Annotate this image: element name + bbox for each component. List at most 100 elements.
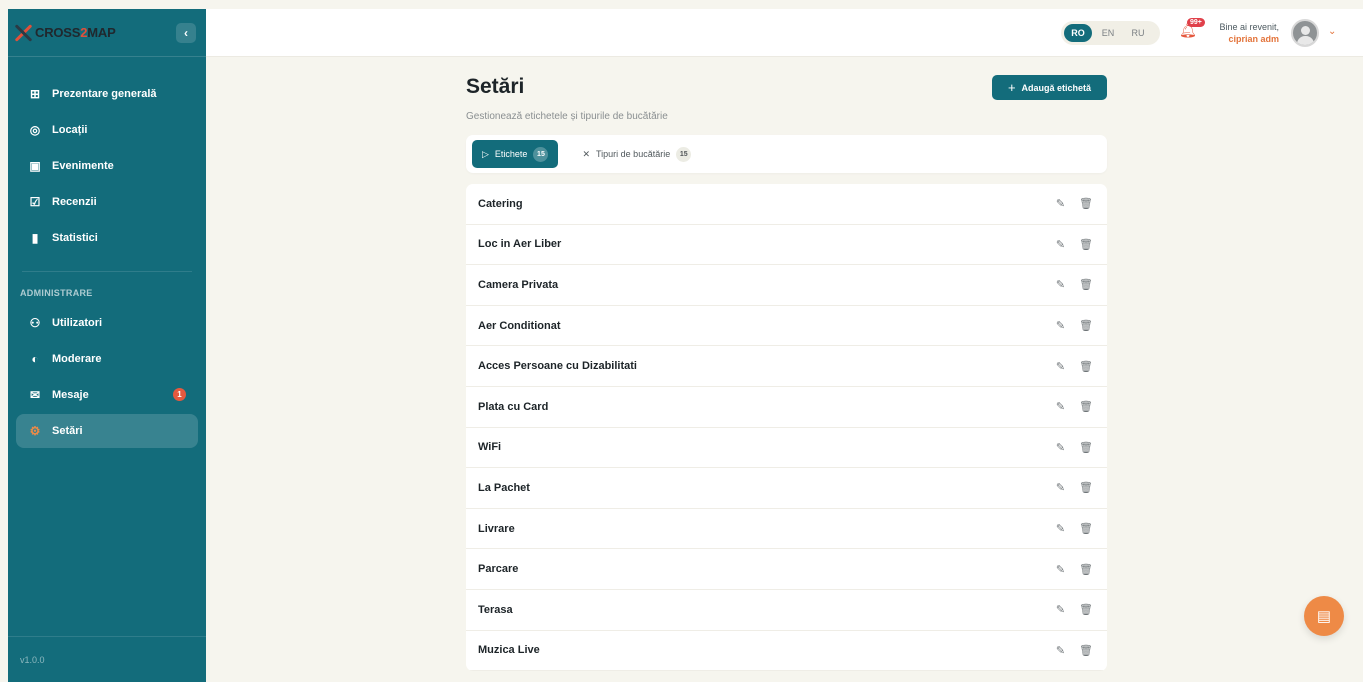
delete-icon[interactable]: 🗑︎	[1079, 238, 1093, 251]
edit-icon[interactable]: ✎	[1056, 278, 1065, 291]
sidebar-item-events[interactable]: ▣ Evenimente	[16, 149, 198, 183]
row-actions: ✎ 🗑︎	[1056, 238, 1093, 251]
edit-icon[interactable]: ✎	[1056, 603, 1065, 616]
lang-ro-button[interactable]: RO	[1064, 24, 1092, 42]
delete-icon[interactable]: 🗑︎	[1079, 319, 1093, 332]
add-tag-button[interactable]: + Adaugă etichetă	[992, 75, 1107, 100]
avatar[interactable]	[1291, 19, 1319, 47]
table-row: La Pachet ✎ 🗑︎	[466, 468, 1107, 509]
row-actions: ✎ 🗑︎	[1056, 400, 1093, 413]
tag-name: Acces Persoane cu Dizabilitati	[478, 360, 637, 373]
table-row: Aer Conditionat ✎ 🗑︎	[466, 306, 1107, 347]
delete-icon[interactable]: 🗑︎	[1079, 360, 1093, 373]
sidebar-divider	[22, 271, 192, 272]
sidebar-item-label: Moderare	[52, 353, 102, 365]
welcome-text: Bine ai revenit,	[1219, 22, 1279, 32]
edit-icon[interactable]: ✎	[1056, 197, 1065, 210]
tag-name: La Pachet	[478, 481, 530, 494]
mail-icon: ✉	[29, 388, 41, 402]
sidebar-nav: ⊞ Prezentare generală ◎ Locații ▣ Evenim…	[8, 57, 206, 448]
table-row: Catering ✎ 🗑︎	[466, 184, 1107, 225]
sidebar-item-label: Evenimente	[52, 160, 114, 172]
tag-list: Catering ✎ 🗑︎ Loc in Aer Liber ✎ 🗑︎ Camera Pri…	[466, 184, 1107, 672]
edit-icon[interactable]: ✎	[1056, 522, 1065, 535]
grid-icon: ⊞	[29, 87, 41, 101]
tab-count-badge: 15	[676, 146, 692, 162]
delete-icon[interactable]: 🗑︎	[1079, 197, 1093, 210]
sidebar-item-label: Recenzii	[52, 196, 97, 208]
lang-ru-button[interactable]: RU	[1124, 24, 1152, 42]
logo-icon	[14, 24, 32, 42]
tab-tags[interactable]: ▷ Etichete 15	[472, 140, 559, 168]
edit-icon[interactable]: ✎	[1056, 400, 1065, 413]
messages-badge: 1	[173, 388, 186, 401]
welcome-block: Bine ai revenit, ciprian adm	[1215, 21, 1279, 45]
tag-name: Aer Conditionat	[478, 319, 561, 332]
sidebar-item-overview[interactable]: ⊞ Prezentare generală	[16, 77, 198, 111]
logo[interactable]: CROSS 2 MAP	[14, 24, 116, 42]
edit-icon[interactable]: ✎	[1056, 481, 1065, 494]
sidebar-item-statistics[interactable]: ▮ Statistici	[16, 221, 198, 255]
tab-cuisine-types[interactable]: ✕ Tipuri de bucătărie 15	[572, 140, 701, 168]
row-actions: ✎ 🗑︎	[1056, 563, 1093, 576]
row-actions: ✎ 🗑︎	[1056, 441, 1093, 454]
sidebar-collapse-button[interactable]: ‹	[176, 22, 196, 43]
sidebar-item-label: Utilizatori	[52, 317, 103, 329]
brand-header: CROSS 2 MAP ‹	[8, 9, 206, 57]
delete-icon[interactable]: 🗑︎	[1079, 644, 1093, 657]
delete-icon[interactable]: 🗑︎	[1079, 481, 1093, 494]
row-actions: ✎ 🗑︎	[1056, 319, 1093, 332]
sidebar-item-users[interactable]: ⚇ Utilizatori	[16, 306, 198, 340]
sidebar-item-settings[interactable]: ⚙ Setări	[16, 414, 198, 448]
gear-icon: ⚙	[29, 424, 41, 438]
tag-name: Parcare	[478, 563, 519, 576]
chevron-down-icon[interactable]: ⌄	[1328, 26, 1336, 37]
username: ciprian adm	[1228, 34, 1279, 44]
users-icon: ⚇	[29, 316, 41, 330]
delete-icon[interactable]: 🗑︎	[1079, 400, 1093, 413]
tab-label: Tipuri de bucătărie	[596, 149, 671, 159]
settings-tabs: ▷ Etichete 15 ✕ Tipuri de bucătărie 15	[466, 135, 1107, 173]
delete-icon[interactable]: 🗑︎	[1079, 441, 1093, 454]
sidebar-item-label: Prezentare generală	[52, 88, 157, 100]
delete-icon[interactable]: 🗑︎	[1079, 278, 1093, 291]
tag-name: Plata cu Card	[478, 400, 549, 413]
table-row: Terasa ✎ 🗑︎	[466, 590, 1107, 631]
location-pin-icon: ◎	[29, 123, 41, 137]
chat-button[interactable]: ▤	[1304, 596, 1344, 636]
sidebar-item-reviews[interactable]: ☑ Recenzii	[16, 185, 198, 219]
admin-section-label: ADMINISTRARE	[20, 288, 93, 298]
notifications-button[interactable]: 🔔︎ 99+	[1179, 18, 1205, 40]
delete-icon[interactable]: 🗑︎	[1079, 522, 1093, 535]
delete-icon[interactable]: 🗑︎	[1079, 603, 1093, 616]
tag-name: Muzica Live	[478, 644, 540, 657]
row-actions: ✎ 🗑︎	[1056, 278, 1093, 291]
tab-count-badge: 15	[533, 146, 549, 162]
edit-icon[interactable]: ✎	[1056, 238, 1065, 251]
chat-icon: ▤	[1316, 608, 1332, 625]
notification-count-badge: 99+	[1187, 18, 1205, 27]
language-switcher: RO EN RU	[1061, 21, 1160, 45]
sidebar-item-locations[interactable]: ◎ Locații	[16, 113, 198, 147]
table-row: WiFi ✎ 🗑︎	[466, 428, 1107, 469]
row-actions: ✎ 🗑︎	[1056, 360, 1093, 373]
table-row: Parcare ✎ 🗑︎	[466, 549, 1107, 590]
delete-icon[interactable]: 🗑︎	[1079, 563, 1093, 576]
edit-icon[interactable]: ✎	[1056, 360, 1065, 373]
edit-icon[interactable]: ✎	[1056, 441, 1065, 454]
logo-text-cross: CROSS	[35, 25, 81, 40]
tag-name: Livrare	[478, 522, 515, 535]
sidebar-item-messages[interactable]: ✉ Mesaje 1	[16, 378, 198, 412]
edit-icon[interactable]: ✎	[1056, 319, 1065, 332]
sidebar: CROSS 2 MAP ‹ ⊞ Prezentare generală ◎ Loca…	[8, 9, 206, 682]
settings-page: Setări Gestionează etichetele și tipuril…	[466, 75, 1107, 672]
edit-icon[interactable]: ✎	[1056, 644, 1065, 657]
tag-name: Terasa	[478, 603, 513, 616]
add-tag-button-label: Adaugă etichetă	[1021, 82, 1092, 93]
lang-en-button[interactable]: EN	[1094, 24, 1122, 42]
edit-icon[interactable]: ✎	[1056, 563, 1065, 576]
row-actions: ✎ 🗑︎	[1056, 603, 1093, 616]
logo-text-2: 2	[80, 25, 88, 40]
sidebar-item-moderation[interactable]: ◐ Moderare	[16, 342, 198, 376]
table-row: Camera Privata ✎ 🗑︎	[466, 265, 1107, 306]
